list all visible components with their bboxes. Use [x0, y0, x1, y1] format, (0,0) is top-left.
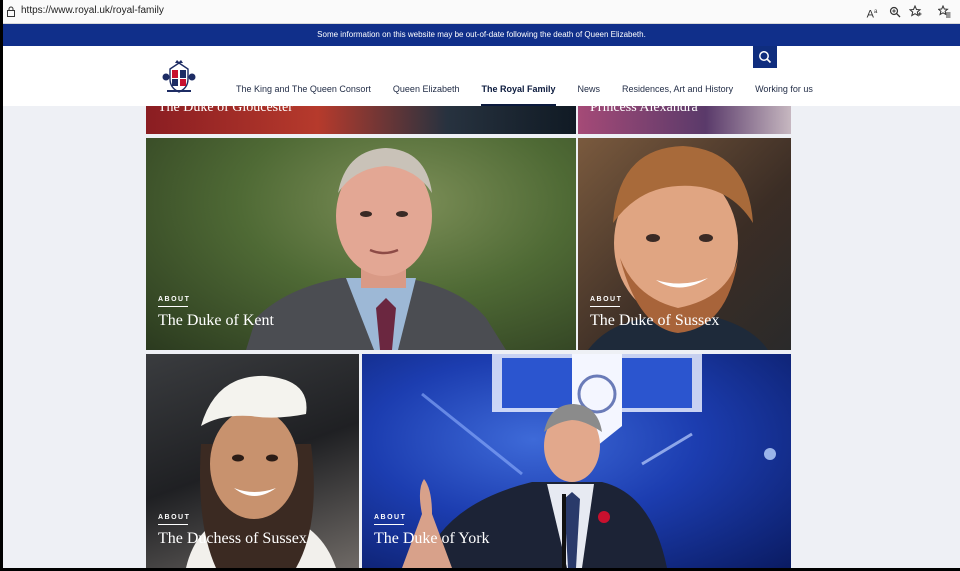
about-label: ABOUT — [158, 296, 191, 303]
nav-item-news[interactable]: News — [567, 82, 612, 96]
nav-item-queen-elizabeth[interactable]: Queen Elizabeth — [382, 82, 471, 96]
tile-name: The Duke of Kent — [158, 312, 274, 329]
about-divider — [158, 524, 188, 525]
search-icon — [759, 51, 772, 64]
tile-duke-of-kent[interactable]: ABOUT The Duke of Kent — [146, 138, 576, 350]
royal-family-grid: The Duke of Gloucester Princess Alexandr… — [3, 106, 960, 568]
url-text[interactable]: https://www.royal.uk/royal-family — [21, 5, 164, 16]
nav-item-king-queen-consort[interactable]: The King and The Queen Consort — [225, 82, 382, 96]
tile-name: The Duchess of Sussex — [158, 530, 307, 547]
tile-label: ABOUT The Duke of Kent — [158, 296, 274, 330]
zoom-icon[interactable] — [887, 4, 903, 20]
tile-duke-of-sussex[interactable]: ABOUT The Duke of Sussex — [578, 138, 791, 350]
about-divider — [590, 306, 620, 307]
tile-name: The Duke of Sussex — [590, 312, 720, 329]
tile-duke-of-york[interactable]: ABOUT The Duke of York — [362, 354, 791, 568]
address-bar[interactable]: https://www.royal.uk/royal-family Aa — [3, 0, 960, 24]
page-info-icon[interactable] — [7, 6, 15, 17]
favorite-icon[interactable] — [908, 4, 924, 20]
portrait-image — [246, 148, 506, 350]
notice-banner: Some information on this website may be … — [3, 24, 960, 46]
about-label: ABOUT — [158, 514, 191, 521]
tile-label: ABOUT The Duke of Sussex — [590, 296, 719, 330]
screenshot-frame: https://www.royal.uk/royal-family Aa Som… — [0, 0, 960, 571]
tile-label: ABOUT The Duchess of Sussex — [158, 514, 307, 548]
site-header: The King and The Queen Consort Queen Eli… — [3, 46, 960, 106]
tile-princess-alexandra[interactable]: Princess Alexandra — [578, 106, 791, 134]
nav-item-royal-family[interactable]: The Royal Family — [470, 82, 566, 106]
tile-name: The Duke of York — [374, 530, 490, 547]
nav-item-working-for-us[interactable]: Working for us — [744, 82, 824, 96]
notice-text: Some information on this website may be … — [317, 30, 646, 39]
search-button[interactable] — [753, 46, 777, 68]
about-label: ABOUT — [590, 296, 623, 303]
tile-duke-of-gloucester[interactable]: The Duke of Gloucester — [146, 106, 576, 134]
nav-item-residences-art-history[interactable]: Residences, Art and History — [611, 82, 744, 96]
read-aloud-icon[interactable]: Aa — [864, 4, 880, 21]
main-navigation: The King and The Queen Consort Queen Eli… — [225, 82, 824, 106]
tile-duchess-of-sussex[interactable]: ABOUT The Duchess of Sussex — [146, 354, 359, 568]
about-label: ABOUT — [374, 514, 407, 521]
tile-name: The Duke of Gloucester — [158, 106, 293, 115]
about-divider — [374, 524, 404, 525]
browser-window: https://www.royal.uk/royal-family Aa Som… — [3, 0, 960, 568]
favorites-bar-icon[interactable] — [937, 4, 953, 20]
about-divider — [158, 306, 188, 307]
tile-name: Princess Alexandra — [590, 106, 698, 115]
tile-label: ABOUT The Duke of York — [374, 514, 490, 548]
royal-crest-logo[interactable] — [161, 59, 197, 95]
